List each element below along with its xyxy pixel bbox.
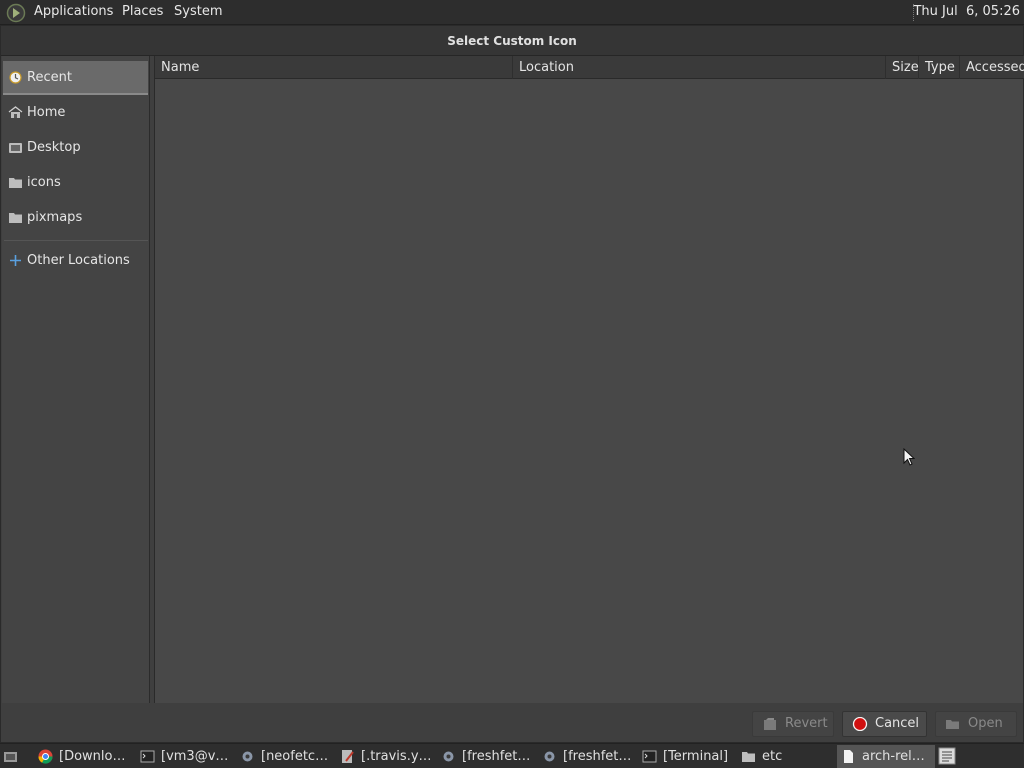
cancel-icon <box>852 717 868 731</box>
window-list-icon <box>938 747 956 765</box>
menu-system[interactable]: System <box>170 0 226 25</box>
revert-icon <box>764 718 776 730</box>
desktop-icon <box>9 143 22 153</box>
document-icon <box>844 750 853 763</box>
open-button[interactable]: Open <box>935 711 1017 737</box>
sidebar-item-home[interactable]: Home <box>3 96 148 130</box>
column-header-accessed[interactable]: Accessed <box>960 56 1024 79</box>
task-travis-yml[interactable]: [.travis.y… <box>336 745 433 768</box>
open-label: Open <box>968 716 1003 731</box>
sidebar-item-label: Desktop <box>27 140 81 155</box>
task-label: [freshfet… <box>563 749 632 764</box>
file-list[interactable]: Name Location Size Type Accessed <box>154 56 1024 703</box>
task-downloads[interactable]: [Downlo… <box>34 745 132 768</box>
sidebar-item-icons[interactable]: icons <box>3 166 148 200</box>
home-icon <box>8 106 23 118</box>
task-freshfetch-2[interactable]: [freshfet… <box>538 745 635 768</box>
show-desktop-icon <box>4 752 17 762</box>
task-arch-release[interactable]: arch-rel… <box>837 745 935 768</box>
task-label: [freshfet… <box>462 749 531 764</box>
folder-icon <box>9 213 22 223</box>
gear-icon <box>242 751 253 762</box>
gear-icon <box>544 751 555 762</box>
sidebar-item-pixmaps[interactable]: pixmaps <box>3 201 148 235</box>
column-headers: Name Location Size Type Accessed <box>155 56 1024 79</box>
revert-button[interactable]: Revert <box>752 711 834 737</box>
revert-label: Revert <box>785 716 828 731</box>
task-etc-folder[interactable]: etc <box>737 745 833 768</box>
task-label: [Terminal] <box>663 749 729 764</box>
task-label: etc <box>762 749 783 764</box>
task-neofetch[interactable]: [neofetc… <box>236 745 332 768</box>
menu-logo-icon[interactable] <box>6 3 26 23</box>
select-icon-dialog: Select Custom Icon Recent Home Desktop i… <box>0 25 1024 743</box>
task-label: arch-rel… <box>862 749 925 764</box>
taskbar: [Downlo… [vm3@v… [neofetc… [.travis.y… [… <box>0 743 1024 768</box>
window-list-button[interactable] <box>936 745 960 768</box>
task-label: [Downlo… <box>59 749 126 764</box>
places-sidebar: Recent Home Desktop icons pixmaps Other … <box>2 56 150 703</box>
task-label: [neofetc… <box>261 749 329 764</box>
folder-icon <box>742 752 755 762</box>
sidebar-item-label: pixmaps <box>27 210 83 225</box>
top-panel: Applications Places System Thu Jul 6, 05… <box>0 0 1024 25</box>
column-header-type[interactable]: Type <box>919 56 960 79</box>
terminal-icon <box>140 750 155 763</box>
sidebar-item-label: Recent <box>27 70 72 85</box>
column-header-location[interactable]: Location <box>513 56 886 79</box>
clock[interactable]: Thu Jul 6, 05:26 <box>913 0 1020 25</box>
folder-icon <box>9 178 22 188</box>
menu-applications[interactable]: Applications <box>30 0 117 25</box>
cancel-button[interactable]: Cancel <box>842 711 927 737</box>
task-vm3-terminal[interactable]: [vm3@v… <box>136 745 232 768</box>
sidebar-item-recent[interactable]: Recent <box>3 61 148 95</box>
cancel-label: Cancel <box>875 716 920 731</box>
task-label: [.travis.y… <box>361 749 432 764</box>
dialog-title[interactable]: Select Custom Icon <box>1 26 1023 56</box>
sidebar-separator <box>4 240 148 241</box>
sidebar-item-label: Home <box>27 105 66 120</box>
task-label: [vm3@v… <box>161 749 229 764</box>
chrome-icon <box>38 749 53 764</box>
mouse-cursor-icon <box>903 448 915 466</box>
text-editor-icon <box>342 750 354 763</box>
task-freshfetch-1[interactable]: [freshfet… <box>437 745 534 768</box>
show-desktop-button[interactable] <box>0 745 26 768</box>
column-header-name[interactable]: Name <box>155 56 513 79</box>
sidebar-item-label: icons <box>27 175 61 190</box>
menu-places[interactable]: Places <box>118 0 167 25</box>
open-folder-icon <box>946 720 959 729</box>
task-terminal[interactable]: [Terminal] <box>638 745 734 768</box>
recent-icon <box>9 71 22 84</box>
sidebar-item-desktop[interactable]: Desktop <box>3 131 148 165</box>
gear-icon <box>443 751 454 762</box>
column-header-size[interactable]: Size <box>886 56 919 79</box>
plus-icon <box>10 255 21 266</box>
sidebar-item-other-locations[interactable]: Other Locations <box>3 244 148 278</box>
terminal-icon <box>642 750 657 763</box>
sidebar-item-label: Other Locations <box>27 253 130 268</box>
